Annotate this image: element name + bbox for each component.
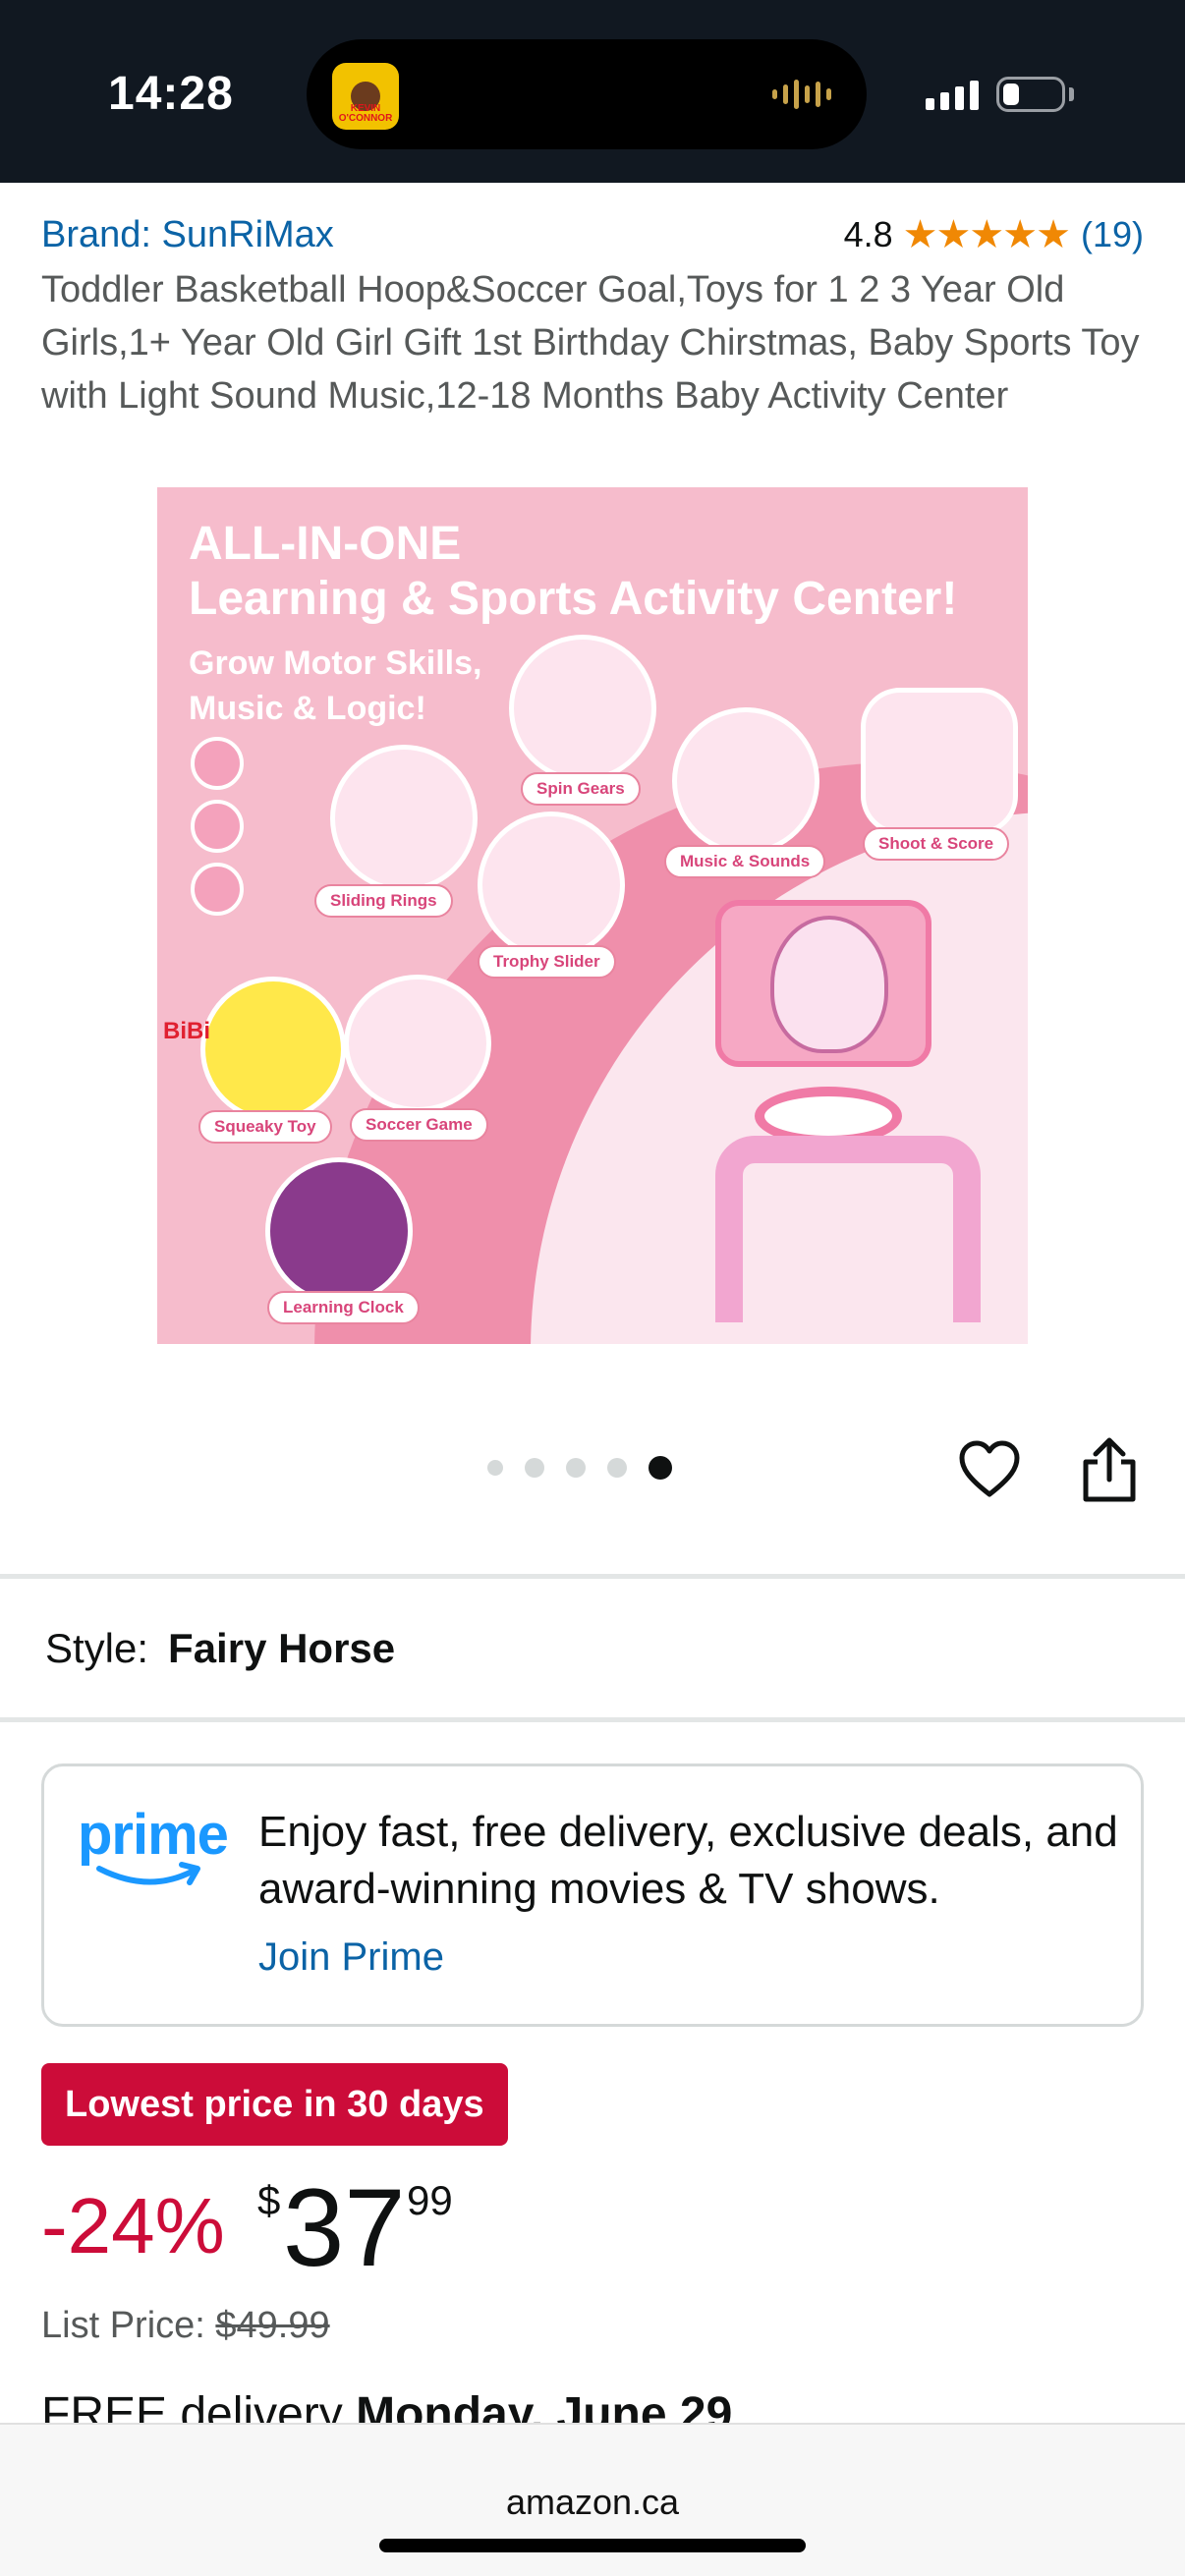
image-carousel-dots[interactable]: [487, 1456, 672, 1480]
star-rating-icon: ★★★★★: [902, 213, 1071, 256]
label-squeaky-toy: Squeaky Toy: [198, 1110, 332, 1144]
status-time: 14:28: [108, 68, 234, 120]
cellular-signal-icon: [926, 81, 979, 110]
image-headline: ALL-IN-ONE Learning & Sports Activity Ce…: [189, 518, 958, 625]
label-sliding-rings: Sliding Rings: [314, 884, 453, 918]
browser-address-bar[interactable]: amazon.ca: [0, 2423, 1185, 2576]
discount-percent: -24%: [41, 2182, 225, 2269]
toy-illustration: [715, 900, 981, 1322]
product-title: Toddler Basketball Hoop&Soccer Goal,Toys…: [41, 269, 1140, 417]
label-spin-gears: Spin Gears: [521, 772, 641, 806]
rating-count-link[interactable]: (19): [1081, 214, 1144, 255]
price-fraction: 99: [407, 2177, 453, 2223]
rating-value: 4.8: [843, 214, 893, 254]
style-value: Fairy Horse: [168, 1625, 396, 1671]
product-image[interactable]: ALL-IN-ONE Learning & Sports Activity Ce…: [157, 487, 1028, 1344]
image-subheadline: Grow Motor Skills, Music & Logic!: [189, 644, 482, 727]
label-soccer-game: Soccer Game: [350, 1108, 488, 1142]
home-indicator[interactable]: [379, 2539, 806, 2552]
brain-icon: [191, 863, 244, 916]
join-prime-link[interactable]: Join Prime: [258, 1935, 444, 1980]
style-label: Style:: [45, 1625, 149, 1671]
label-learning-clock: Learning Clock: [267, 1291, 420, 1324]
music-note-icon: [191, 800, 244, 853]
squeaky-toy-bubble: [200, 977, 346, 1122]
carousel-dot[interactable]: [607, 1458, 627, 1478]
brand-link[interactable]: Brand: SunRiMax: [41, 214, 334, 256]
section-divider: [0, 1574, 1185, 1579]
battery-nub: [1069, 87, 1074, 101]
heart-icon[interactable]: [958, 1440, 1021, 1499]
shoot-score-bubble: [861, 688, 1018, 835]
spin-gears-bubble: [509, 635, 656, 782]
price-currency: $: [257, 2177, 281, 2223]
label-music-sounds: Music & Sounds: [664, 845, 826, 878]
section-divider: [0, 1717, 1185, 1722]
carousel-dot[interactable]: [525, 1458, 544, 1478]
sliding-rings-bubble: [330, 745, 478, 892]
rating-summary[interactable]: 4.8 ★★★★★ (19): [844, 212, 1144, 257]
prime-logo: prime: [78, 1806, 235, 1904]
price-whole: 37: [283, 2166, 406, 2289]
label-shoot-score: Shoot & Score: [863, 827, 1010, 861]
artwork-text: KEVIN O'CONNOR: [338, 103, 393, 124]
list-price-label: List Price:: [41, 2305, 205, 2346]
carousel-dot[interactable]: [487, 1460, 503, 1476]
learning-clock-bubble: [265, 1157, 413, 1305]
dynamic-island[interactable]: KEVIN O'CONNOR: [307, 39, 867, 149]
style-selector[interactable]: Style: Fairy Horse: [45, 1625, 395, 1672]
prime-description: Enjoy fast, free delivery, exclusive dea…: [258, 1808, 1118, 1913]
battery-icon: [996, 77, 1065, 112]
music-bubble: [672, 707, 819, 855]
prime-upsell-card[interactable]: prime Enjoy fast, free delivery, exclusi…: [41, 1764, 1144, 2027]
carousel-dot[interactable]: [566, 1458, 586, 1478]
carousel-dot-active[interactable]: [649, 1456, 672, 1480]
label-trophy-slider: Trophy Slider: [478, 945, 616, 979]
lowest-price-badge: Lowest price in 30 days: [41, 2063, 508, 2146]
share-icon[interactable]: [1078, 1436, 1141, 1503]
bibi-text: BiBi: [163, 1018, 210, 1044]
url-text[interactable]: amazon.ca: [0, 2482, 1185, 2523]
status-bar: 14:28 KEVIN O'CONNOR: [0, 0, 1185, 183]
running-icon: [191, 737, 244, 790]
list-price-value: $49.99: [215, 2305, 330, 2346]
audio-waveform-icon: [772, 79, 831, 110]
now-playing-artwork[interactable]: KEVIN O'CONNOR: [332, 63, 399, 130]
prime-smile-icon: [96, 1862, 200, 1885]
soccer-game-bubble: [344, 975, 491, 1112]
trophy-slider-bubble: [478, 812, 625, 959]
list-price: List Price: $49.99: [41, 2305, 330, 2347]
